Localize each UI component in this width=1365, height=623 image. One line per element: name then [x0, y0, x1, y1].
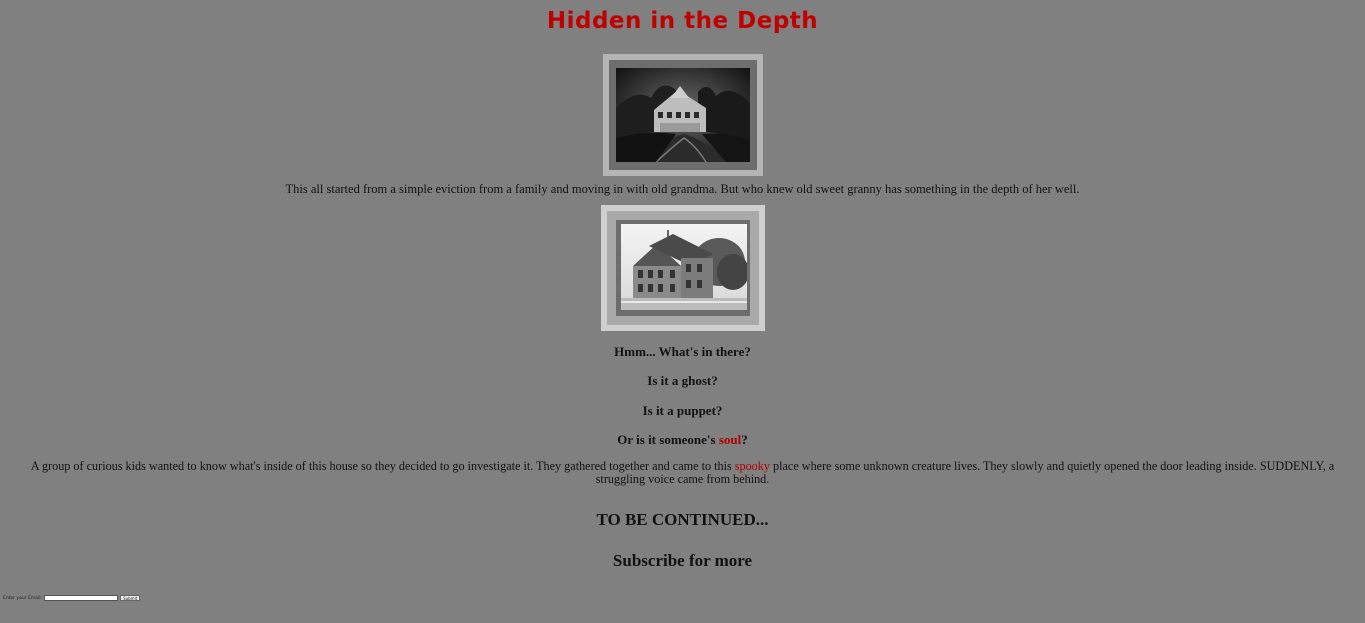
submit-button[interactable]: Submit: [120, 595, 141, 601]
subscribe-form: Enter your Email: Submit: [3, 593, 141, 603]
email-label: Enter your Email:: [3, 595, 43, 601]
story-text-start: A group of curious kids wanted to know w…: [30, 459, 735, 473]
subscribe-heading: Subscribe for more: [612, 551, 753, 570]
question-puppet: Is it a puppet?: [642, 403, 723, 418]
haunted-house-image-frame: [603, 54, 763, 176]
old-two-story-house-photo: [621, 224, 747, 310]
question-whats-in-there: Hmm... What's in there?: [614, 344, 751, 359]
spooky-highlight: spooky: [734, 459, 770, 473]
intro-paragraph: This all started from a simple eviction …: [285, 182, 1080, 196]
question-mark: ?: [741, 432, 748, 447]
page-title: Hidden in the Depth: [546, 8, 819, 34]
old-house-image-frame: [601, 205, 765, 331]
question-ghost: Is it a ghost?: [647, 373, 718, 388]
to-be-continued-heading: TO BE CONTINUED...: [596, 510, 769, 529]
dark-haunted-house-photo: [616, 68, 750, 162]
question-soul-text: Or is it someone's: [617, 432, 719, 447]
question-soul: Or is it someone's soul?: [0, 432, 1365, 448]
soul-highlight: soul: [718, 432, 742, 447]
story-paragraph: A group of curious kids wanted to know w…: [8, 460, 1357, 486]
email-input[interactable]: [44, 595, 119, 601]
